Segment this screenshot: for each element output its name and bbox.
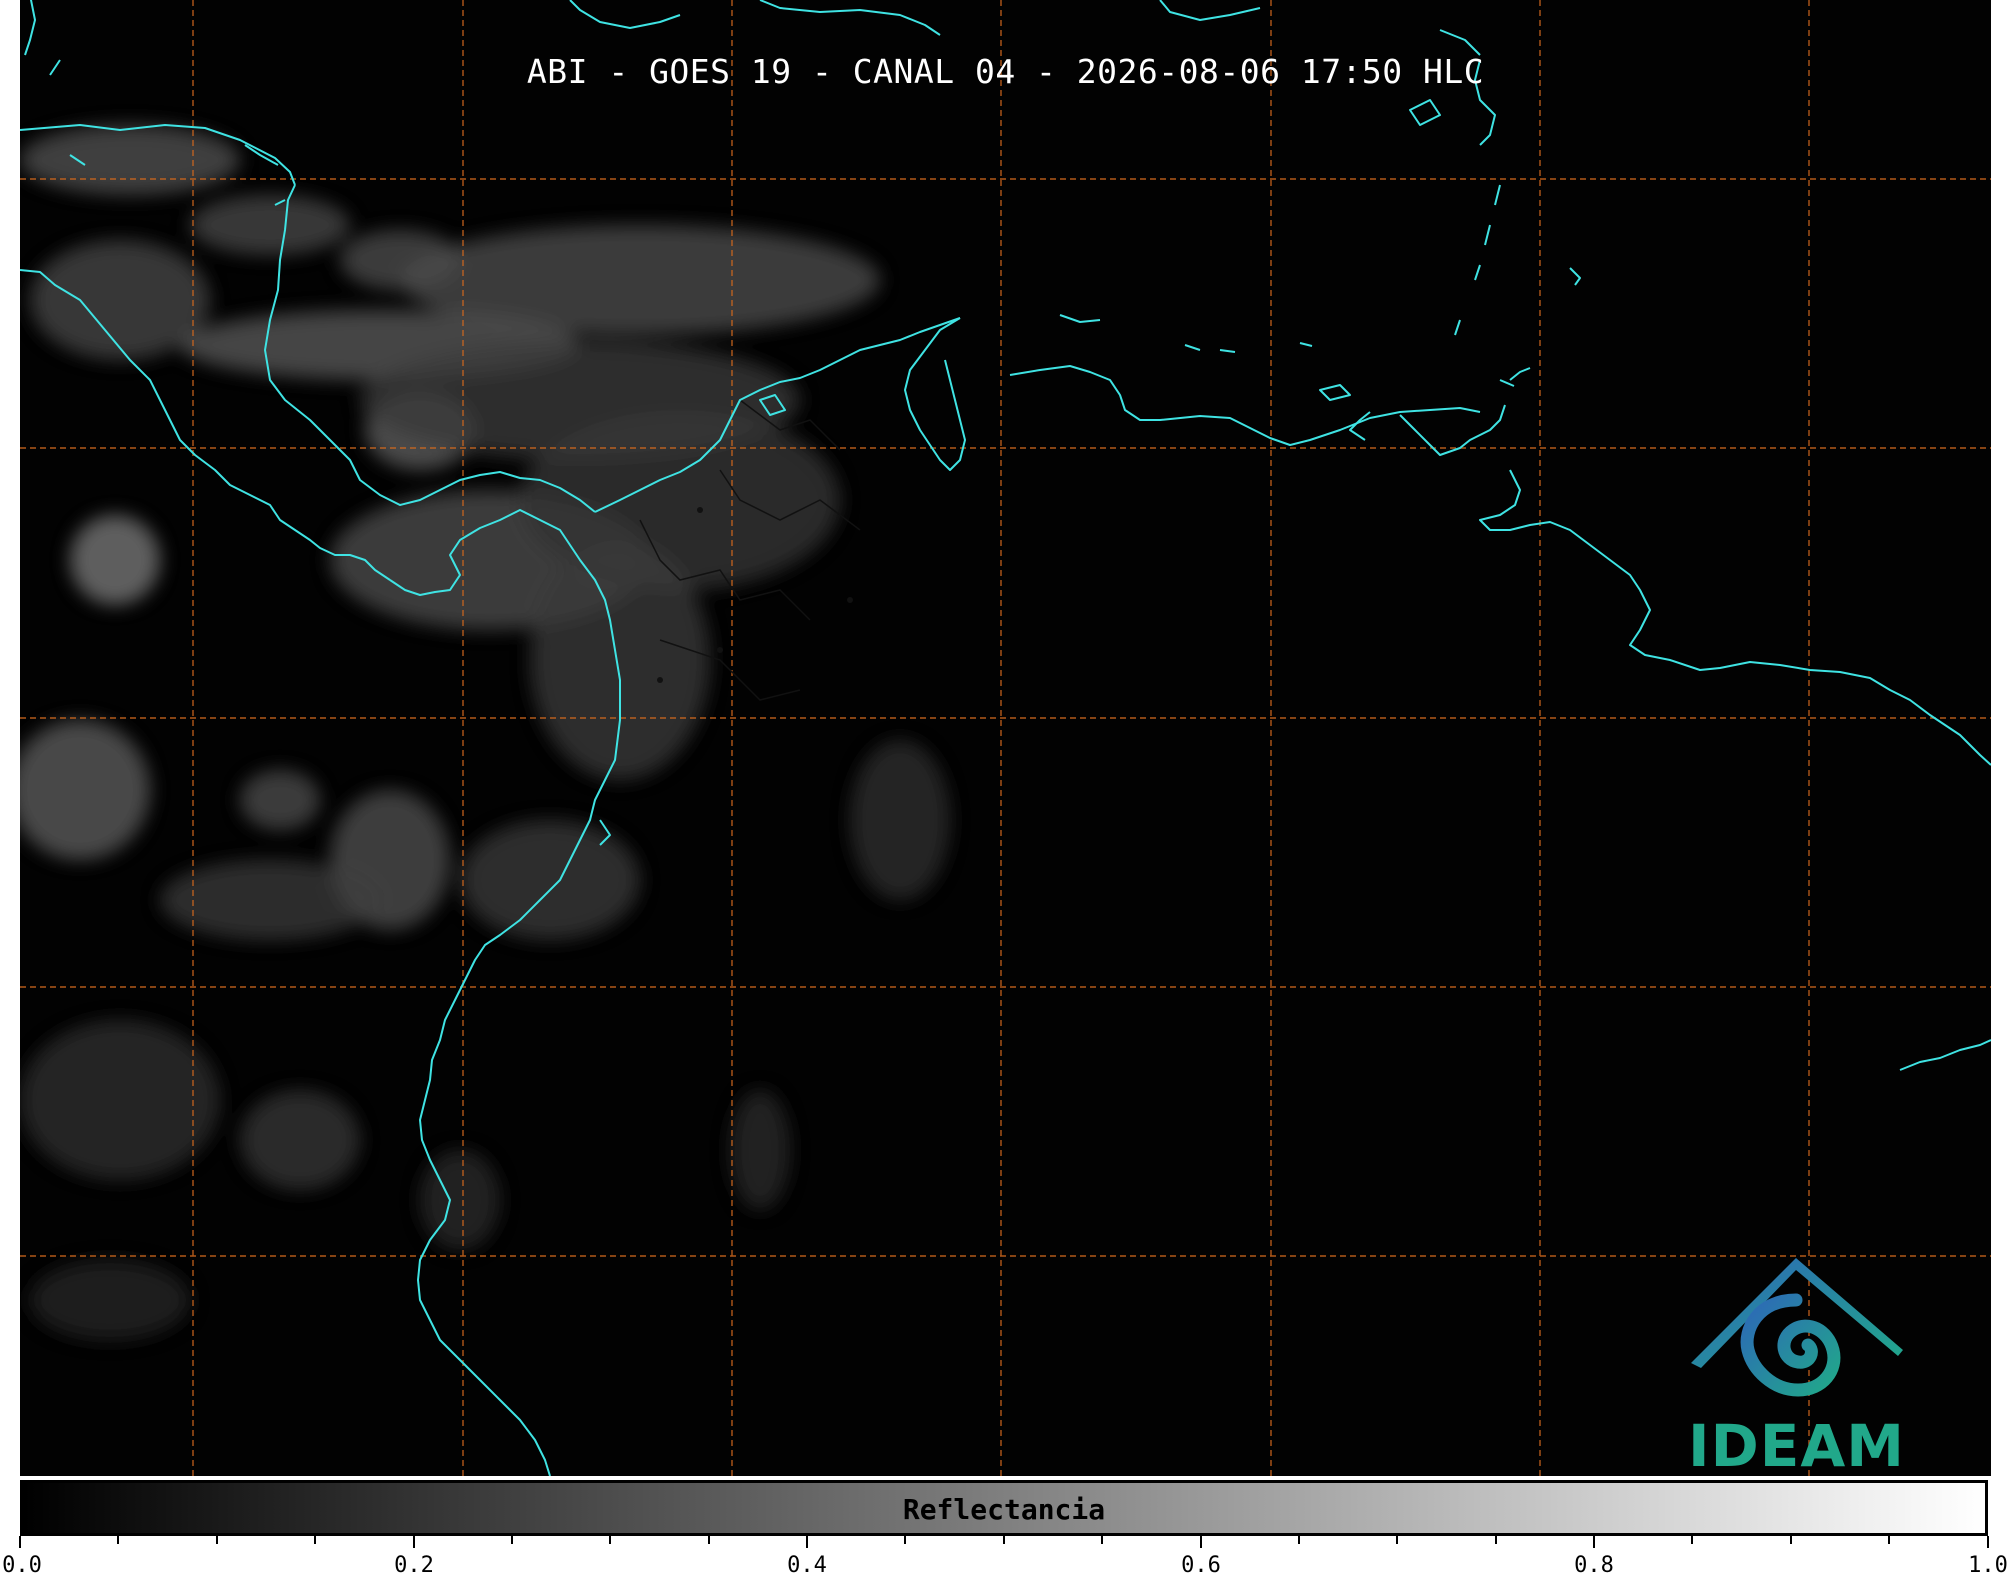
ideam-logo-text: IDEAM: [1688, 1412, 1905, 1476]
cloud-layer: [20, 125, 950, 1340]
satellite-map: ABI - GOES 19 - CANAL 04 - 2026-08-06 17…: [20, 0, 1991, 1476]
colorbar-tick-label: 0.0: [2, 1553, 42, 1578]
colorbar-tick-label: 0.4: [787, 1553, 827, 1578]
colorbar-label: Reflectancia: [902, 1493, 1106, 1526]
colorbar-tick-label: 0.2: [394, 1553, 434, 1578]
colorbar-ticks: [19, 1536, 1989, 1548]
colorbar-tick-label: 0.8: [1574, 1553, 1614, 1578]
map-title: ABI - GOES 19 - CANAL 04 - 2026-08-06 17…: [526, 52, 1485, 91]
colorbar-tick-label: 1.0: [1968, 1553, 2008, 1578]
colorbar: Reflectancia: [20, 1480, 1988, 1536]
colorbar-tick-label: 0.6: [1181, 1553, 1221, 1578]
